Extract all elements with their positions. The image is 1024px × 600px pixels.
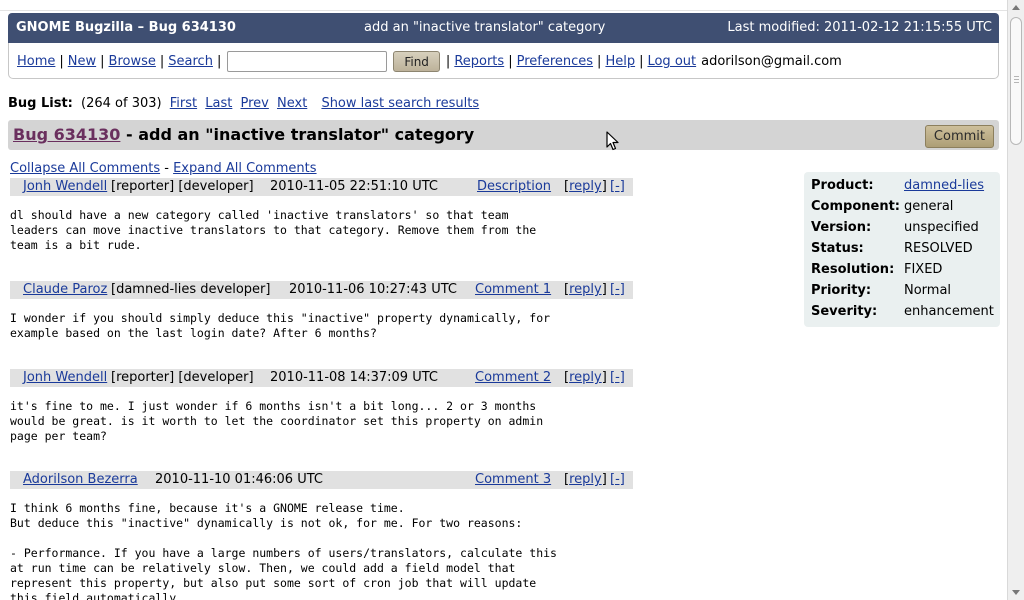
grip-line: [1014, 82, 1019, 83]
collapse-comment-link[interactable]: [-]: [610, 472, 625, 487]
comment-text: I wonder if you should simply deduce thi…: [10, 311, 551, 340]
field-label: Status:: [811, 241, 864, 256]
field-row-severity: Severity: enhancement: [811, 304, 994, 325]
comment-author-link[interactable]: Adorilson Bezerra: [23, 472, 138, 487]
field-value: enhancement: [904, 304, 994, 319]
prev-link[interactable]: Prev: [240, 96, 268, 111]
comment-text: it's fine to me. I just wonder if 6 mont…: [10, 399, 544, 443]
comment-author-link[interactable]: Claude Paroz: [23, 282, 107, 297]
bug-title-bar: Bug 634130 - add an "inactive translator…: [8, 120, 999, 150]
bug-summary: - add an "inactive translator" category: [120, 125, 475, 144]
field-row-version: Version: unspecified: [811, 220, 994, 241]
field-value: general: [904, 199, 954, 214]
comment-number-link[interactable]: Comment 1: [475, 282, 551, 297]
field-value: Normal: [904, 283, 952, 298]
scroll-down-arrow-icon[interactable]: [1012, 590, 1020, 595]
field-label: Priority:: [811, 283, 872, 298]
bug-list-nav: Bug List: (264 of 303) First Last Prev N…: [8, 96, 479, 111]
site-title: GNOME Bugzilla – Bug 634130: [16, 20, 236, 35]
comment-time: 2010-11-05 22:51:10 UTC: [270, 179, 438, 194]
collapse-comment-link[interactable]: [-]: [610, 370, 625, 385]
comment-number-link[interactable]: Comment 3: [475, 472, 551, 487]
comment-author-link[interactable]: Jonh Wendell: [23, 179, 107, 194]
bug-title: Bug 634130 - add an "inactive translator…: [13, 125, 474, 144]
comment-number-link[interactable]: Description: [477, 179, 551, 194]
scrollbar-thumb[interactable]: [1010, 17, 1022, 145]
header-bar: GNOME Bugzilla – Bug 634130 add an "inac…: [8, 13, 999, 43]
nav-logout-link[interactable]: Log out: [647, 54, 696, 69]
reply-link[interactable]: reply: [569, 282, 602, 297]
toggle-separator: -: [164, 161, 169, 176]
comment-time: 2010-11-10 01:46:06 UTC: [155, 472, 323, 487]
comment-number-link[interactable]: Comment 2: [475, 370, 551, 385]
field-label: Severity:: [811, 304, 878, 319]
comment-time: 2010-11-08 14:37:09 UTC: [270, 370, 438, 385]
vertical-scrollbar[interactable]: [1007, 0, 1024, 600]
collapse-all-link[interactable]: Collapse All Comments: [10, 161, 160, 176]
show-last-search-link[interactable]: Show last search results: [321, 96, 479, 111]
nav-new-link[interactable]: New: [68, 54, 96, 69]
field-label: Resolution:: [811, 262, 895, 277]
nav-bar: Home | New | Browse | Search | Find | Reports…: [8, 43, 999, 79]
field-row-priority: Priority: Normal: [811, 283, 994, 304]
comment-text: I think 6 months fine, because it's a GN…: [10, 501, 557, 600]
grip-line: [1014, 79, 1019, 80]
collapse-comment-link[interactable]: [-]: [610, 179, 625, 194]
last-link[interactable]: Last: [205, 96, 232, 111]
field-value: RESOLVED: [904, 241, 973, 256]
comment-roles: [reporter] [developer]: [111, 179, 254, 194]
bug-list-label: Bug List:: [8, 96, 73, 111]
nav-home-link[interactable]: Home: [17, 54, 55, 69]
mouse-cursor-icon: [606, 131, 619, 151]
find-button[interactable]: Find: [393, 51, 440, 72]
comment-toggles: Collapse All Comments - Expand All Comme…: [10, 161, 317, 176]
comment-header: Adorilson Bezerra 2010-11-10 01:46:06 UT…: [10, 471, 633, 489]
bug-fields-table: Product: damned-lies Component: general …: [811, 178, 994, 325]
bug-fields-panel: Product: damned-lies Component: general …: [804, 172, 1000, 327]
top-edge: [0, 0, 1007, 11]
bug-list-count: (264 of 303): [81, 96, 162, 111]
bug-id-link[interactable]: Bug 634130: [13, 125, 120, 144]
nav-reports-link[interactable]: Reports: [454, 54, 504, 69]
nav-browse-link[interactable]: Browse: [109, 54, 156, 69]
comment-time: 2010-11-06 10:27:43 UTC: [289, 282, 457, 297]
comment-roles: [reporter] [developer]: [111, 370, 254, 385]
user-email: adorilson@gmail.com: [701, 54, 842, 69]
first-link[interactable]: First: [170, 96, 197, 111]
field-label: Component:: [811, 199, 900, 214]
grip-line: [1014, 76, 1019, 77]
comment-author-link[interactable]: Jonh Wendell: [23, 370, 107, 385]
comment-header: Claude Paroz [damned-lies developer] 201…: [10, 281, 633, 299]
nav-help-link[interactable]: Help: [605, 54, 635, 69]
commit-button[interactable]: Commit: [924, 125, 994, 148]
reply-link[interactable]: reply: [569, 472, 602, 487]
next-link[interactable]: Next: [277, 96, 307, 111]
field-row-product: Product: damned-lies: [811, 178, 994, 199]
quick-search-input[interactable]: [227, 51, 388, 72]
last-modified: Last modified: 2011-02-12 21:15:55 UTC: [727, 20, 992, 35]
comment-text: dl should have a new category called 'in…: [10, 208, 537, 252]
comment-header: Jonh Wendell [reporter] [developer] 2010…: [10, 178, 633, 196]
field-label: Version:: [811, 220, 872, 235]
scroll-up-arrow-icon[interactable]: [1012, 5, 1020, 10]
header-bug-summary: add an "inactive translator" category: [364, 20, 606, 35]
comment-roles: [damned-lies developer]: [111, 282, 271, 297]
field-label: Product:: [811, 178, 874, 193]
field-row-status: Status: RESOLVED: [811, 241, 994, 262]
product-link[interactable]: damned-lies: [904, 178, 984, 193]
field-value: unspecified: [904, 220, 979, 235]
field-row-resolution: Resolution: FIXED: [811, 262, 994, 283]
comment-header: Jonh Wendell [reporter] [developer] 2010…: [10, 369, 633, 387]
reply-link[interactable]: reply: [569, 179, 602, 194]
field-row-component: Component: general: [811, 199, 994, 220]
field-value: FIXED: [904, 262, 943, 277]
page: GNOME Bugzilla – Bug 634130 add an "inac…: [0, 0, 1007, 600]
nav-search-link[interactable]: Search: [168, 54, 213, 69]
expand-all-link[interactable]: Expand All Comments: [173, 161, 316, 176]
reply-link[interactable]: reply: [569, 370, 602, 385]
collapse-comment-link[interactable]: [-]: [610, 282, 625, 297]
nav-preferences-link[interactable]: Preferences: [517, 54, 593, 69]
